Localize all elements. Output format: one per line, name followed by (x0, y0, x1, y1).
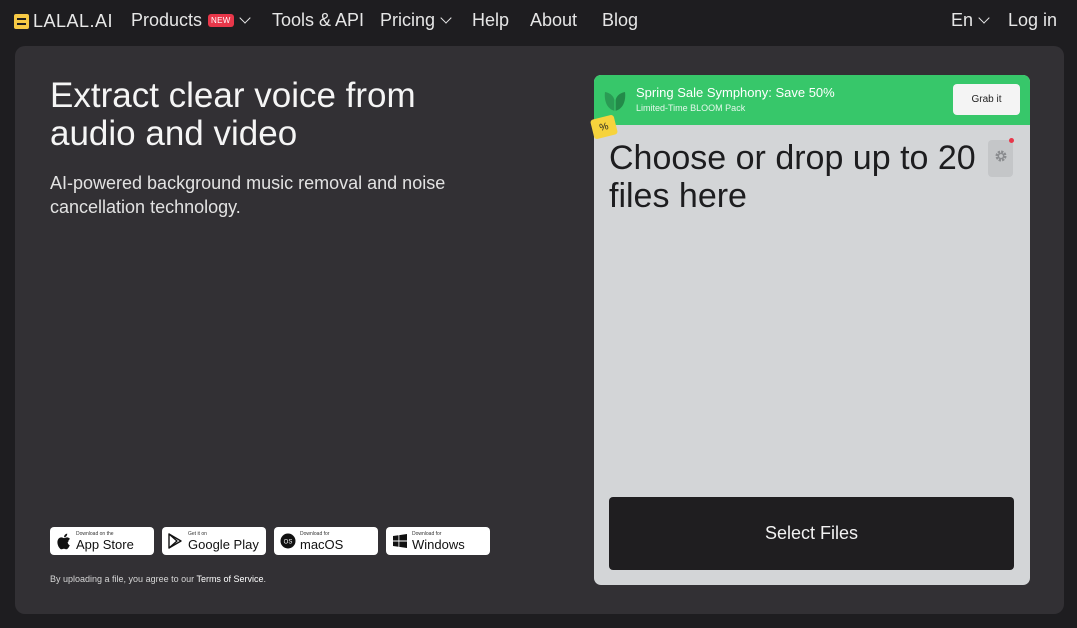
hero-subtitle: AI-powered background music removal and … (50, 173, 446, 217)
nav-help-label: Help (472, 10, 510, 30)
nav-about[interactable]: About (530, 10, 577, 31)
notification-dot (1009, 138, 1014, 143)
leaf-icon (602, 87, 628, 113)
select-files-button[interactable]: Select Files (609, 497, 1014, 570)
terms-notice: By uploading a file, you agree to our Te… (50, 574, 266, 584)
nav-about-label: About (530, 10, 578, 30)
terms-prefix: By uploading a file, you agree to our (50, 574, 197, 584)
upload-panel: Spring Sale Symphony: Save 50% Limited-T… (594, 75, 1030, 585)
store-name: Windows (412, 536, 465, 552)
apple-icon (55, 533, 72, 550)
settings-button[interactable] (988, 140, 1013, 177)
lalal-logo-icon (14, 14, 29, 29)
store-caption: Download on the (76, 530, 114, 537)
store-links: Download on the App Store Get it on Goog… (50, 527, 490, 555)
top-navigation: LALAL.AI Products NEW Tools & API Pricin… (0, 0, 1077, 44)
hero-title: Extract clear voice from audio and video (50, 76, 416, 153)
language-label: En (951, 10, 974, 30)
terms-of-service-link[interactable]: Terms of Service (196, 574, 263, 584)
main-card: Extract clear voice from audio and video… (15, 46, 1064, 614)
store-name: macOS (300, 536, 344, 552)
macos-download-button[interactable]: OS Download for macOS (274, 527, 378, 555)
google-play-icon (167, 533, 184, 550)
terms-suffix: . (263, 574, 266, 584)
grab-it-button[interactable]: Grab it (953, 84, 1020, 115)
google-play-button[interactable]: Get it on Google Play (162, 527, 266, 555)
store-caption: Download for (412, 530, 442, 537)
windows-icon (391, 533, 408, 550)
svg-text:OS: OS (283, 540, 292, 546)
nav-pricing-label: Pricing (380, 10, 436, 30)
app-store-button[interactable]: Download on the App Store (50, 527, 154, 555)
nav-help[interactable]: Help (472, 10, 509, 31)
new-badge: NEW (208, 14, 234, 27)
chevron-down-icon (238, 12, 251, 24)
brand-name: LALAL.AI (33, 11, 114, 31)
login-link[interactable]: Log in (1008, 10, 1057, 31)
macos-icon: OS (279, 533, 296, 550)
nav-products[interactable]: Products NEW (131, 10, 251, 31)
nav-pricing[interactable]: Pricing (380, 10, 452, 31)
logo[interactable]: LALAL.AI (14, 11, 113, 32)
drop-zone-title: Choose or drop up to 20 files here (609, 139, 976, 215)
nav-products-label: Products (131, 10, 203, 30)
nav-blog-label: Blog (602, 10, 639, 30)
store-caption: Download for (300, 530, 330, 537)
store-name: App Store (76, 536, 134, 552)
promo-title: Spring Sale Symphony: Save 50% (636, 85, 835, 100)
login-label: Log in (1008, 10, 1058, 30)
store-caption: Get it on (188, 530, 207, 537)
chevron-down-icon (978, 12, 990, 24)
promo-banner[interactable]: Spring Sale Symphony: Save 50% Limited-T… (594, 75, 1030, 125)
store-name: Google Play (188, 536, 259, 552)
nav-blog[interactable]: Blog (602, 10, 638, 31)
promo-subtitle: Limited-Time BLOOM Pack (636, 103, 746, 113)
language-selector[interactable]: En (951, 10, 990, 31)
chevron-down-icon (440, 12, 452, 24)
nav-tools-api[interactable]: Tools & API (272, 10, 364, 31)
gear-icon (994, 149, 1008, 168)
nav-tools-label: Tools & API (272, 10, 365, 30)
windows-download-button[interactable]: Download for Windows (386, 527, 490, 555)
